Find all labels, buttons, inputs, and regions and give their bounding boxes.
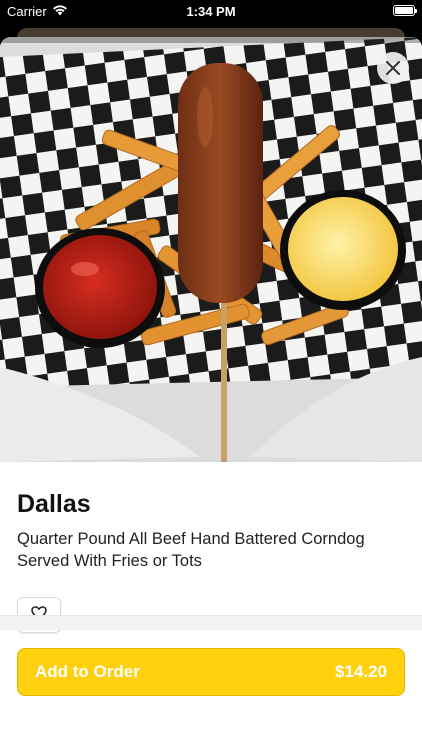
close-icon xyxy=(386,61,400,75)
item-description: Quarter Pound All Beef Hand Battered Cor… xyxy=(17,530,365,570)
screen: Carrier 1:34 PM Dallas Quarter Pound All… xyxy=(0,0,422,750)
section-divider xyxy=(0,615,422,630)
status-bar: Carrier 1:34 PM xyxy=(0,0,422,24)
order-price: $14.20 xyxy=(335,662,387,681)
clock: 1:34 PM xyxy=(186,4,236,19)
corndog-photo xyxy=(0,37,422,462)
battery-icon xyxy=(393,5,417,16)
item-detail-sheet: Dallas Quarter Pound All Beef Hand Batte… xyxy=(0,37,422,750)
item-title: Dallas xyxy=(17,490,91,518)
close-button[interactable] xyxy=(377,52,409,84)
item-photo xyxy=(0,37,422,462)
add-to-order-button[interactable]: Add to Order $14.20 xyxy=(17,648,405,696)
add-to-order-label: Add to Order xyxy=(35,662,140,681)
item-details: Dallas Quarter Pound All Beef Hand Batte… xyxy=(0,489,422,633)
